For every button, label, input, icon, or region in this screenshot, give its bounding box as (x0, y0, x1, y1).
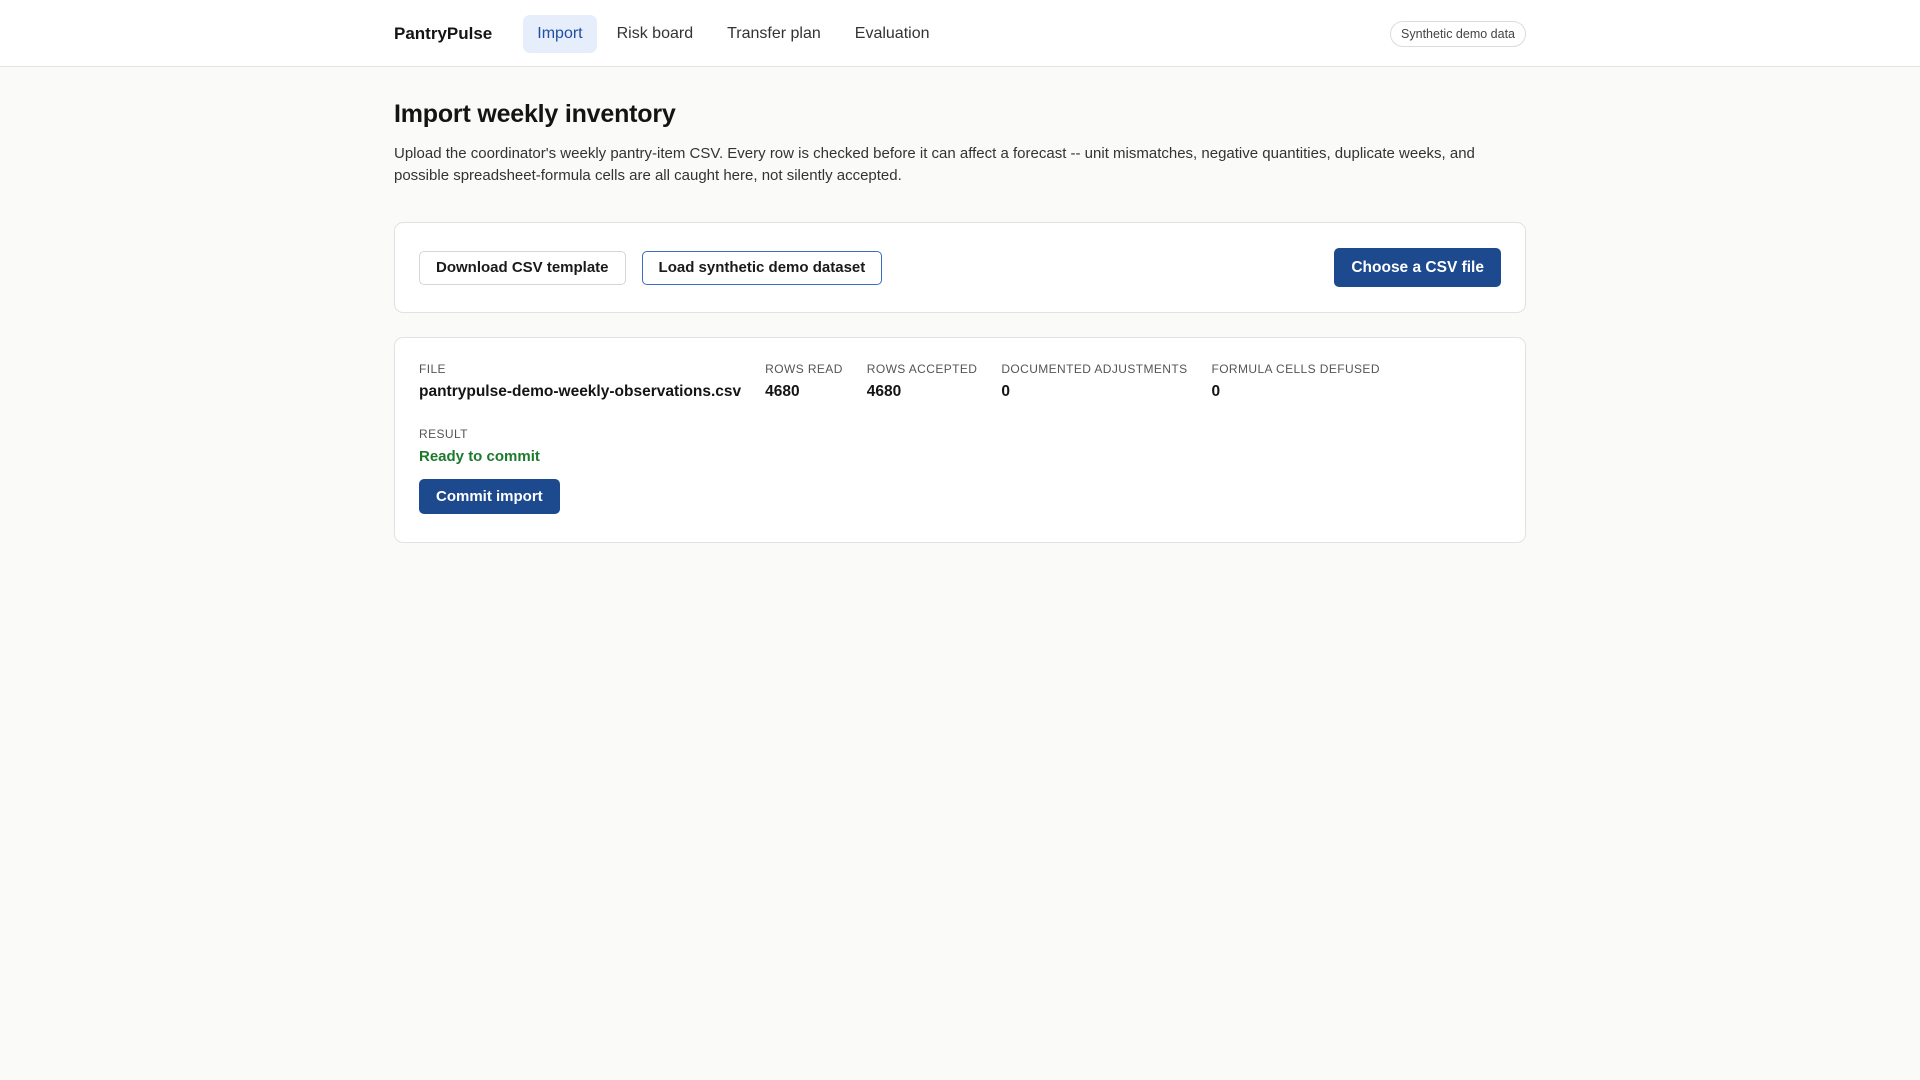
import-result-card: FILE pantrypulse-demo-weekly-observation… (394, 337, 1526, 543)
download-csv-template-button[interactable]: Download CSV template (419, 250, 626, 285)
brand-logo-text[interactable]: PantryPulse (394, 24, 492, 44)
nav-tab-transfer-plan[interactable]: Transfer plan (713, 15, 835, 53)
stat-formula-value: 0 (1211, 383, 1221, 400)
page-description: Upload the coordinator's weekly pantry-i… (394, 145, 1475, 184)
stat-rows-read-label: ROWS READ (765, 362, 843, 376)
choose-csv-file-button[interactable]: Choose a CSV file (1334, 248, 1501, 287)
load-demo-dataset-button[interactable]: Load synthetic demo dataset (641, 250, 883, 285)
import-stats: FILE pantrypulse-demo-weekly-observation… (419, 362, 1501, 401)
main-nav: Import Risk board Transfer plan Evaluati… (523, 14, 944, 53)
page-title: Import weekly inventory (394, 100, 676, 128)
stat-rows-accepted: ROWS ACCEPTED 4680 (867, 362, 978, 401)
stat-rows-accepted-label: ROWS ACCEPTED (866, 362, 978, 376)
stat-file: FILE pantrypulse-demo-weekly-observation… (419, 362, 741, 401)
stat-file-value: pantrypulse-demo-weekly-observations.csv (419, 383, 742, 400)
stat-file-label: FILE (419, 362, 446, 376)
stat-formula-label: FORMULA CELLS DEFUSED (1211, 362, 1380, 376)
import-actions-card: Download CSV template Load synthetic dem… (394, 222, 1526, 313)
result-label: RESULT (419, 427, 468, 441)
commit-import-button[interactable]: Commit import (419, 479, 560, 514)
main-content: Import weekly inventory Upload the coord… (394, 100, 1526, 543)
result-status-text: Ready to commit (419, 448, 540, 465)
nav-tab-evaluation[interactable]: Evaluation (841, 15, 944, 53)
stat-rows-accepted-value: 4680 (866, 383, 902, 400)
stat-documented-adjustments: DOCUMENTED ADJUSTMENTS 0 (1001, 362, 1187, 401)
stat-rows-read: ROWS READ 4680 (765, 362, 843, 401)
stat-adjustments-label: DOCUMENTED ADJUSTMENTS (1001, 362, 1188, 376)
stat-adjustments-value: 0 (1001, 383, 1010, 400)
nav-tab-import[interactable]: Import (523, 14, 597, 53)
top-navigation-inner: PantryPulse Import Risk board Transfer p… (394, 0, 1526, 67)
result-status-block: RESULT Ready to commit Commit import (419, 427, 1501, 514)
synthetic-data-badge: Synthetic demo data (1390, 20, 1526, 47)
stat-formula-cells-defused: FORMULA CELLS DEFUSED 0 (1211, 362, 1379, 401)
nav-tab-risk-board[interactable]: Risk board (603, 15, 707, 53)
top-navigation-bar: PantryPulse Import Risk board Transfer p… (0, 0, 1920, 67)
stat-rows-read-value: 4680 (765, 383, 800, 400)
